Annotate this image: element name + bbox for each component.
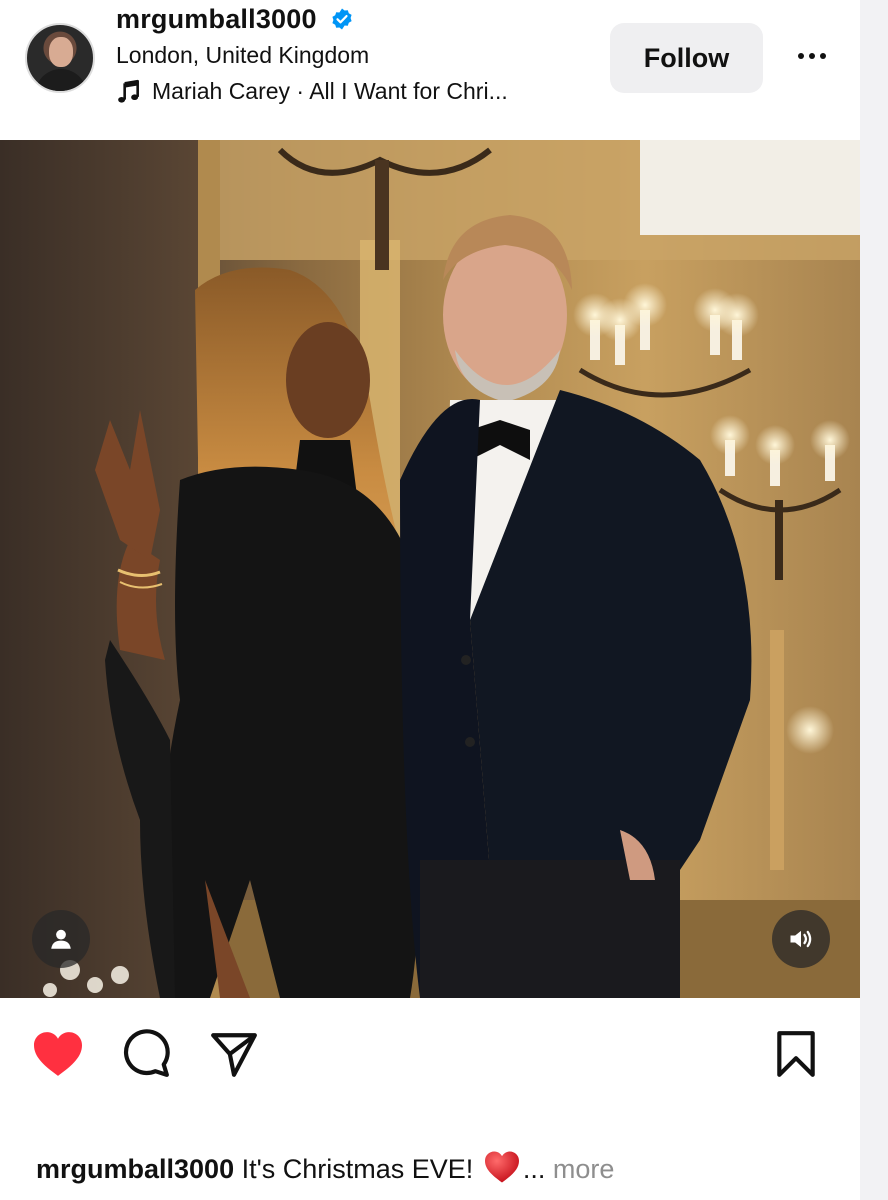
post-caption: mrgumball3000 It's Christmas EVE! ... mo… (36, 1150, 614, 1185)
post-location[interactable]: London, United Kingdom (116, 42, 369, 69)
caption-ellipsis: ... (522, 1154, 546, 1184)
heart-icon[interactable] (30, 1026, 86, 1082)
caption-more-link[interactable]: more (553, 1154, 615, 1184)
right-edge-strip (860, 0, 888, 1200)
post-username[interactable]: mrgumball3000 (116, 4, 317, 34)
verified-badge-icon (332, 8, 352, 30)
more-options-icon[interactable] (790, 38, 834, 74)
follow-button[interactable]: Follow (610, 23, 763, 93)
audio-link[interactable]: Mariah Carey · All I Want for Chri... (116, 78, 508, 105)
user-tag-icon[interactable] (32, 910, 90, 968)
post-header: mrgumball3000 London, United Kingdom Mar… (0, 0, 860, 138)
music-note-icon (118, 79, 139, 103)
avatar[interactable] (25, 23, 95, 93)
audio-label: Mariah Carey · All I Want for Chri... (152, 78, 508, 104)
post-image[interactable] (0, 140, 860, 998)
post-actions (0, 1000, 860, 1110)
send-icon[interactable] (206, 1026, 262, 1082)
photo-scene (0, 140, 860, 998)
bookmark-icon[interactable] (768, 1026, 824, 1082)
caption-username[interactable]: mrgumball3000 (36, 1154, 234, 1184)
caption-text: It's Christmas EVE! (241, 1154, 474, 1184)
comment-icon[interactable] (118, 1026, 174, 1082)
red-heart-emoji-icon (484, 1151, 519, 1183)
speaker-icon[interactable] (772, 910, 830, 968)
post-username-row: mrgumball3000 (116, 4, 354, 35)
